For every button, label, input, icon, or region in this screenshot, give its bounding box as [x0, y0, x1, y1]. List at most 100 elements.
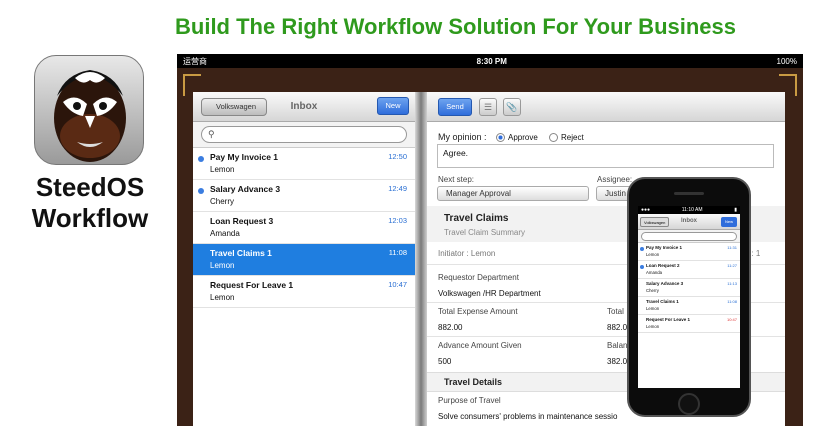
brand-line-2: Workflow — [31, 203, 149, 233]
inbox-panel: Volkswagen Inbox New ⚲ Pay My Invoice 1 L… — [193, 92, 415, 426]
iphone-new-button[interactable]: New — [721, 217, 737, 227]
dept-value: Volkswagen /HR Department — [438, 289, 541, 298]
unread-dot — [198, 188, 204, 194]
reject-label: Reject — [561, 133, 584, 142]
unread-dot — [640, 265, 644, 269]
status-time: 8:30 PM — [476, 56, 507, 66]
message-title: Loan Request 3 — [210, 216, 274, 226]
message-row[interactable]: Request For Leave 1 Lemon 10:47 — [193, 276, 415, 308]
message-from: Cherry — [210, 197, 235, 206]
purpose-label: Purpose of Travel — [438, 396, 501, 405]
book-spine — [415, 92, 427, 426]
message-from: Lemon — [646, 252, 660, 257]
form-title: Travel Claims — [444, 213, 509, 224]
message-row-selected[interactable]: Travel Claims 1 Lemon 11:08 — [193, 244, 415, 276]
opinion-label: My opinion : — [438, 132, 487, 142]
message-title: Salary Advance 3 — [646, 281, 684, 286]
inbox-header: Volkswagen Inbox New — [193, 92, 415, 122]
send-button[interactable]: Send — [438, 98, 472, 116]
message-title: Pay My Invoice 1 — [210, 152, 279, 162]
balance-label: Balan — [607, 341, 628, 350]
app-logo — [34, 55, 144, 165]
assignee-label: Assignee: — [597, 175, 633, 184]
iphone-search-input[interactable] — [641, 232, 737, 241]
brand-line-1: SteedOS — [35, 172, 145, 202]
message-from: Lemon — [210, 261, 235, 270]
unread-dot — [640, 247, 644, 251]
iphone-screen: ●●● 11:10 AM ▮ Volkswagen Inbox New Pay My… — [638, 206, 740, 388]
message-time: 11:13 — [727, 281, 737, 286]
brand-name: SteedOS Workflow — [10, 172, 170, 234]
message-row[interactable]: Salary Advance 3 Cherry 12:49 — [193, 180, 415, 212]
home-button[interactable] — [678, 393, 700, 415]
new-button[interactable]: New — [377, 97, 409, 115]
form-subtitle: Travel Claim Summary — [444, 228, 526, 237]
message-from: Lemon — [210, 293, 235, 302]
message-time: 11:08 — [388, 248, 407, 257]
iphone-message-row[interactable]: Loan Request 2 Amanda 11:27 — [638, 261, 740, 279]
purpose-value: Solve consumers' problems in maintenance… — [438, 412, 618, 421]
approve-label: Approve — [508, 133, 538, 142]
total-label: Total Expense Amount — [438, 307, 518, 316]
message-from: Amanda — [210, 229, 240, 238]
search-input[interactable]: ⚲ — [201, 126, 407, 143]
message-time: 12:49 — [388, 184, 407, 193]
comment-textarea[interactable]: Agree. — [437, 144, 774, 168]
details-title: Travel Details — [444, 377, 503, 387]
battery: 100% — [776, 56, 797, 66]
message-time: 11:31 — [727, 245, 737, 250]
iphone-message-row[interactable]: Travel Claims 1 Lemon 11:08 — [638, 297, 740, 315]
balance-value: 382.0 — [607, 357, 628, 366]
iphone-time: 11:10 AM — [681, 207, 703, 213]
message-title: Pay My Invoice 1 — [646, 245, 683, 250]
search-bar: ⚲ — [193, 122, 415, 148]
detail-toolbar: Send ☰ 📎 — [427, 92, 785, 122]
approve-radio[interactable] — [496, 133, 505, 142]
message-from: Lemon — [646, 324, 660, 329]
iphone-message-row[interactable]: Request For Leave 1 Lemon 10:47 — [638, 315, 740, 333]
initiator: Initiator : Lemon — [438, 249, 496, 258]
message-time: 12:03 — [388, 216, 407, 225]
advance-label: Advance Amount Given — [438, 341, 522, 350]
message-from: Cherry — [646, 288, 659, 293]
message-from: Lemon — [646, 306, 660, 311]
message-title: Loan Request 2 — [646, 263, 680, 268]
advance-value: 500 — [438, 357, 452, 366]
message-time: 11:27 — [727, 263, 737, 268]
message-time: 10:47 — [726, 317, 737, 322]
message-from: Lemon — [210, 165, 235, 174]
message-title: Salary Advance 3 — [210, 184, 281, 194]
message-title: Request For Leave 1 — [210, 280, 294, 290]
message-from: Amanda — [646, 270, 663, 275]
iphone-status-bar: ●●● 11:10 AM ▮ — [638, 206, 740, 214]
message-title: Travel Claims 1 — [646, 299, 679, 304]
carrier: 运营商 — [183, 56, 207, 66]
next-step-select[interactable]: Manager Approval — [437, 186, 589, 201]
message-row[interactable]: Pay My Invoice 1 Lemon 12:50 — [193, 148, 415, 180]
message-title: Travel Claims 1 — [210, 248, 272, 258]
iphone-header: Volkswagen Inbox New — [638, 214, 740, 230]
message-time: 12:50 — [388, 152, 407, 161]
list-icon[interactable]: ☰ — [479, 98, 497, 116]
battery-icon: ▮ — [734, 207, 737, 213]
total-label-2: Total — [607, 307, 624, 316]
headline: Build The Right Workflow Solution For Yo… — [175, 14, 736, 39]
next-step-label: Next step: — [438, 175, 475, 184]
message-row[interactable]: Loan Request 3 Amanda 12:03 — [193, 212, 415, 244]
total-value: 882.00 — [438, 323, 463, 332]
speaker — [674, 192, 704, 195]
reject-radio[interactable] — [549, 133, 558, 142]
dept-label: Requestor Department — [438, 273, 519, 282]
search-icon: ⚲ — [208, 129, 215, 139]
message-time: 11:08 — [727, 299, 737, 304]
attachment-icon[interactable]: 📎 — [503, 98, 521, 116]
message-time: 10:47 — [388, 280, 407, 289]
status-bar: 运营商 8:30 PM 100% — [177, 54, 803, 68]
iphone-screenshot: ●●● 11:10 AM ▮ Volkswagen Inbox New Pay My… — [627, 177, 751, 417]
iphone-search-bar — [638, 230, 740, 243]
iphone-message-row[interactable]: Pay My Invoice 1 Lemon 11:31 — [638, 243, 740, 261]
iphone-message-row[interactable]: Salary Advance 3 Cherry 11:13 — [638, 279, 740, 297]
unread-dot — [198, 156, 204, 162]
message-list: Pay My Invoice 1 Lemon 12:50 Salary Advanc… — [193, 148, 415, 308]
message-title: Request For Leave 1 — [646, 317, 691, 322]
